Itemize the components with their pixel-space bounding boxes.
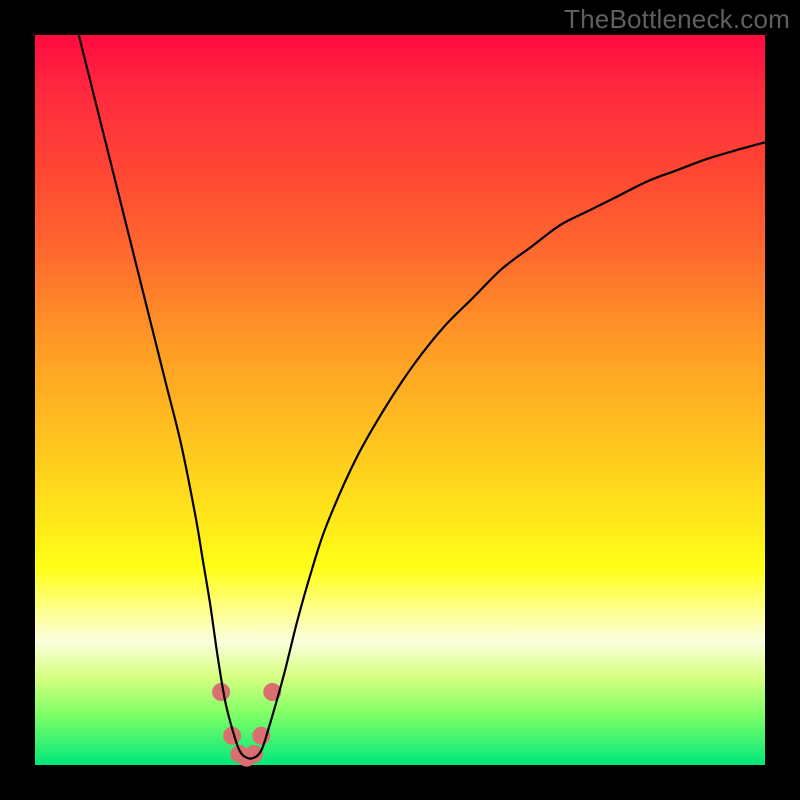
marker-group xyxy=(212,683,281,767)
curve-marker xyxy=(245,745,263,763)
watermark-text: TheBottleneck.com xyxy=(564,4,790,35)
curve-layer xyxy=(35,35,765,765)
bottleneck-curve xyxy=(79,35,765,759)
curve-marker xyxy=(212,683,230,701)
chart-frame: TheBottleneck.com xyxy=(0,0,800,800)
